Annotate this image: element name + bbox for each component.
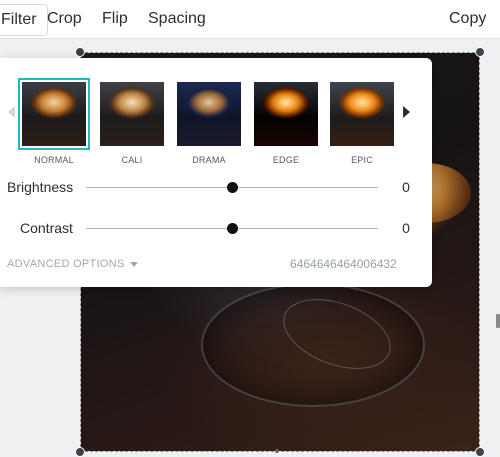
advanced-options-label: ADVANCED OPTIONS — [7, 258, 125, 270]
filter-panel: NORMAL CALI DRAMA EDGE EPIC Brightness 0… — [0, 58, 432, 287]
filter-button[interactable]: Filter — [0, 4, 48, 36]
filter-label-normal: NORMAL — [34, 155, 74, 165]
copy-button[interactable]: Copy — [449, 0, 486, 38]
contrast-label: Contrast — [20, 220, 73, 236]
filter-label-drama: DRAMA — [192, 155, 226, 165]
brightness-label: Brightness — [7, 179, 74, 195]
filter-label-edge: EDGE — [272, 155, 300, 165]
contrast-slider-knob[interactable] — [227, 223, 238, 234]
filter-thumb-cali[interactable] — [100, 82, 164, 146]
advanced-options-toggle[interactable]: ADVANCED OPTIONS — [7, 258, 138, 270]
chevron-right-icon[interactable] — [403, 106, 410, 118]
contrast-value: 0 — [402, 220, 410, 236]
resize-handle-top-right[interactable] — [475, 47, 485, 57]
chevron-left-icon[interactable] — [8, 106, 15, 118]
resize-handle-top-left[interactable] — [75, 47, 85, 57]
spacing-button[interactable]: Spacing — [148, 0, 206, 38]
editor-toolbar: Filter Crop Flip Spacing Copy — [0, 0, 500, 39]
crop-button[interactable]: Crop — [47, 0, 82, 38]
filter-thumb-edge[interactable] — [254, 82, 318, 146]
resize-handle-right[interactable] — [496, 314, 500, 328]
filter-thumb-epic[interactable] — [330, 82, 394, 146]
rotate-handle[interactable] — [275, 449, 279, 453]
flip-button[interactable]: Flip — [102, 0, 128, 38]
filter-label-epic: EPIC — [351, 155, 373, 165]
brightness-slider-knob[interactable] — [227, 182, 238, 193]
caret-down-icon — [129, 261, 138, 267]
filter-label-cali: CALI — [121, 155, 143, 165]
brightness-value: 0 — [402, 179, 410, 195]
filter-code: 6464646464006432 — [290, 257, 397, 271]
filter-thumb-normal[interactable] — [18, 78, 90, 150]
filter-thumb-drama[interactable] — [177, 82, 241, 146]
